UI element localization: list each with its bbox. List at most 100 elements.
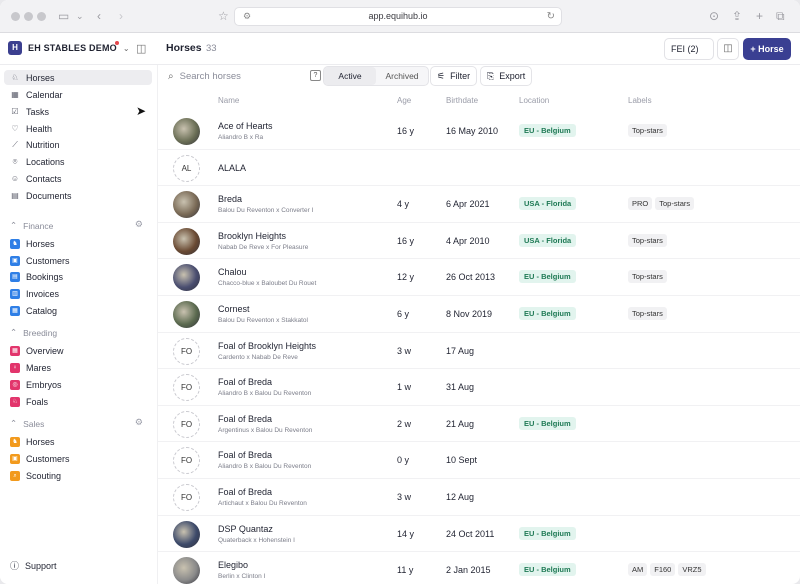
- zoom-window-button[interactable]: [37, 12, 46, 21]
- table-row[interactable]: FO Foal of Breda Aliandro B x Balou Du Rev…: [158, 369, 800, 406]
- horse-name[interactable]: DSP Quantaz: [218, 524, 273, 534]
- reload-icon[interactable]: ↻: [547, 8, 555, 25]
- sidebar-item-finance-catalog[interactable]: ▦ Catalog: [4, 303, 152, 318]
- location-badge: EU - Belgium: [519, 416, 576, 430]
- browser-window: ▭ ⌄ ‹ › ☆ ⚙ app.equihub.io ↻ ⊙ ⇪ + ⧉ H E…: [0, 0, 800, 584]
- horse-birthdate: 21 Aug: [446, 418, 475, 429]
- star-icon[interactable]: ☆: [218, 8, 229, 24]
- column-header[interactable]: Name: [218, 96, 239, 105]
- location-badge: EU - Belgium: [519, 124, 576, 137]
- horse-name[interactable]: Ace of Hearts: [218, 121, 273, 131]
- table-row[interactable]: Breda Balou Du Reventon x Converter I 4 y 6…: [158, 186, 800, 223]
- horse-name[interactable]: ALALA: [218, 163, 246, 173]
- collapse-sidebar-icon[interactable]: ◫: [136, 42, 146, 55]
- new-tab-icon[interactable]: +: [756, 8, 763, 24]
- horse-name[interactable]: Foal of Breda: [218, 377, 272, 387]
- horse-name[interactable]: Breda: [218, 194, 242, 204]
- sidebar-item-sales-horses[interactable]: ♞ Horses: [4, 434, 152, 449]
- site-settings-icon[interactable]: ⚙: [243, 8, 251, 25]
- close-window-button[interactable]: [11, 12, 20, 21]
- sidebar-item-breeding-overview[interactable]: ▦ Overview: [4, 343, 152, 358]
- sidebar-item-tasks[interactable]: ☑ Tasks: [4, 104, 152, 119]
- sidebar-item-health[interactable]: ♡ Health: [4, 121, 152, 136]
- sidebar-item-contacts[interactable]: ☺ Contacts: [4, 171, 152, 186]
- gear-icon[interactable]: ⚙: [135, 417, 143, 428]
- sidebar-item-breeding-mares[interactable]: ♀ Mares: [4, 360, 152, 375]
- sidebar-item-finance-horses[interactable]: ♞ Horses: [4, 236, 152, 251]
- help-shortcut-icon[interactable]: ?: [310, 70, 321, 81]
- help-icon: ⓘ: [10, 561, 20, 571]
- sidebar-item-nutrition[interactable]: ⟋ Nutrition: [4, 137, 152, 152]
- horse-name[interactable]: Elegibo: [218, 560, 248, 570]
- sidebar-item-finance-customers[interactable]: ▣ Customers: [4, 253, 152, 268]
- search-icon: ⌕: [168, 71, 174, 82]
- column-header[interactable]: Age: [397, 96, 411, 105]
- search-input[interactable]: Search horses: [180, 71, 241, 82]
- back-icon[interactable]: ‹: [97, 8, 101, 24]
- address-bar[interactable]: ⚙ app.equihub.io ↻: [234, 7, 562, 26]
- table-row[interactable]: AL ALALA: [158, 150, 800, 187]
- mare-icon: ♀: [10, 362, 20, 373]
- horse-photo: [173, 227, 200, 255]
- tab-overview-icon[interactable]: ⧉: [776, 8, 785, 24]
- org-switcher[interactable]: H EH STABLES DEMO ⌄: [8, 41, 130, 55]
- horse-birthdate: 6 Apr 2021: [446, 199, 490, 210]
- sidebar-item-calendar[interactable]: ▦ Calendar: [4, 87, 152, 102]
- table-row[interactable]: FO Foal of Brooklyn Heights Cardento x Nab…: [158, 333, 800, 370]
- sidebar-item-sales-customers[interactable]: ▣ Customers: [4, 451, 152, 466]
- sidebar-item-sales-scouting[interactable]: ⌕ Scouting: [4, 468, 152, 483]
- sidebar-item-breeding-foals[interactable]: ♘ Foals: [4, 394, 152, 409]
- support-link[interactable]: ⓘ Support: [10, 559, 57, 572]
- horse-birthdate: 10 Sept: [446, 455, 478, 466]
- share-icon[interactable]: ⇪: [732, 8, 742, 24]
- fei-button[interactable]: FEI (2): [664, 38, 714, 60]
- sidebar-item-documents[interactable]: ▤ Documents: [4, 188, 152, 203]
- tab-archived[interactable]: Archived: [376, 67, 428, 85]
- sidebar-item-locations[interactable]: ⌾ Locations: [4, 154, 152, 169]
- table-row[interactable]: Elegibo Berlin x Clinton I 11 y 2 Jan 2015 E…: [158, 552, 800, 584]
- table-row[interactable]: DSP Quantaz Quaterback x Hohenstein I 14 y…: [158, 516, 800, 553]
- gear-icon[interactable]: ⚙: [135, 219, 143, 230]
- tab-active[interactable]: Active: [324, 67, 376, 85]
- table-row[interactable]: FO Foal of Breda Aliandro B x Balou Du Rev…: [158, 442, 800, 479]
- download-icon[interactable]: ⊙: [709, 8, 719, 24]
- horse-name[interactable]: Foal of Breda: [218, 414, 272, 424]
- sidebar-item-finance-bookings[interactable]: ▤ Bookings: [4, 269, 152, 284]
- table-row[interactable]: FO Foal of Breda Argentinus x Balou Du Rev…: [158, 406, 800, 443]
- search-box[interactable]: ⌕ Search horses ?: [168, 68, 321, 85]
- sidebar-item-label: Overview: [26, 345, 64, 356]
- horse-name[interactable]: Chalou: [218, 267, 247, 277]
- label-list: Top-stars: [628, 307, 667, 320]
- support-label: Support: [25, 560, 57, 571]
- table-row[interactable]: FO Foal of Breda Artichaut x Balou Du Reve…: [158, 479, 800, 516]
- column-header[interactable]: Labels: [628, 96, 652, 105]
- horse-name[interactable]: Foal of Breda: [218, 450, 272, 460]
- chevron-down-icon[interactable]: ⌄: [76, 8, 84, 24]
- finance-section-toggle[interactable]: ⌃ Finance: [10, 220, 53, 231]
- sidebar-toggle-icon[interactable]: ▭: [58, 8, 69, 24]
- column-header[interactable]: Birthdate: [446, 96, 478, 105]
- horse-name[interactable]: Cornest: [218, 304, 250, 314]
- table-row[interactable]: Ace of Hearts Aliandro B x Ra 16 y 16 May 2…: [158, 113, 800, 150]
- sidebar-item-breeding-embryos[interactable]: ◎ Embryos: [4, 377, 152, 392]
- minimize-window-button[interactable]: [24, 12, 33, 21]
- table-row[interactable]: Chalou Chacco-blue x Baloubet Du Rouet 12 …: [158, 259, 800, 296]
- horse-name[interactable]: Foal of Breda: [218, 487, 272, 497]
- horse-age: 16 y: [397, 235, 415, 246]
- sales-section-toggle[interactable]: ⌃ Sales: [10, 418, 44, 429]
- label-list: Top-stars: [628, 124, 667, 137]
- sidebar-item-finance-invoices[interactable]: ▥ Invoices: [4, 286, 152, 301]
- columns-toggle-button[interactable]: ◫: [717, 38, 739, 60]
- horse-name[interactable]: Foal of Brooklyn Heights: [218, 341, 316, 351]
- column-header[interactable]: Location: [519, 96, 549, 105]
- table-row[interactable]: Cornest Balou Du Reventon x Stakkatol 6 y 8…: [158, 296, 800, 333]
- table-row[interactable]: Brooklyn Heights Nabab De Reve x For Plea…: [158, 223, 800, 260]
- filter-button[interactable]: ⚟ Filter: [430, 66, 478, 86]
- sidebar: ♘ Horses ▦ Calendar ☑ Tasks ♡ Health ⟋ N…: [0, 65, 158, 584]
- add-horse-button[interactable]: + Horse: [743, 38, 791, 60]
- horse-name[interactable]: Brooklyn Heights: [218, 231, 286, 241]
- breeding-section-toggle[interactable]: ⌃ Breeding: [10, 327, 57, 338]
- forward-icon[interactable]: ›: [119, 8, 123, 24]
- sidebar-item-horses[interactable]: ♘ Horses: [4, 70, 152, 85]
- export-button[interactable]: ⎘ Export: [480, 66, 533, 86]
